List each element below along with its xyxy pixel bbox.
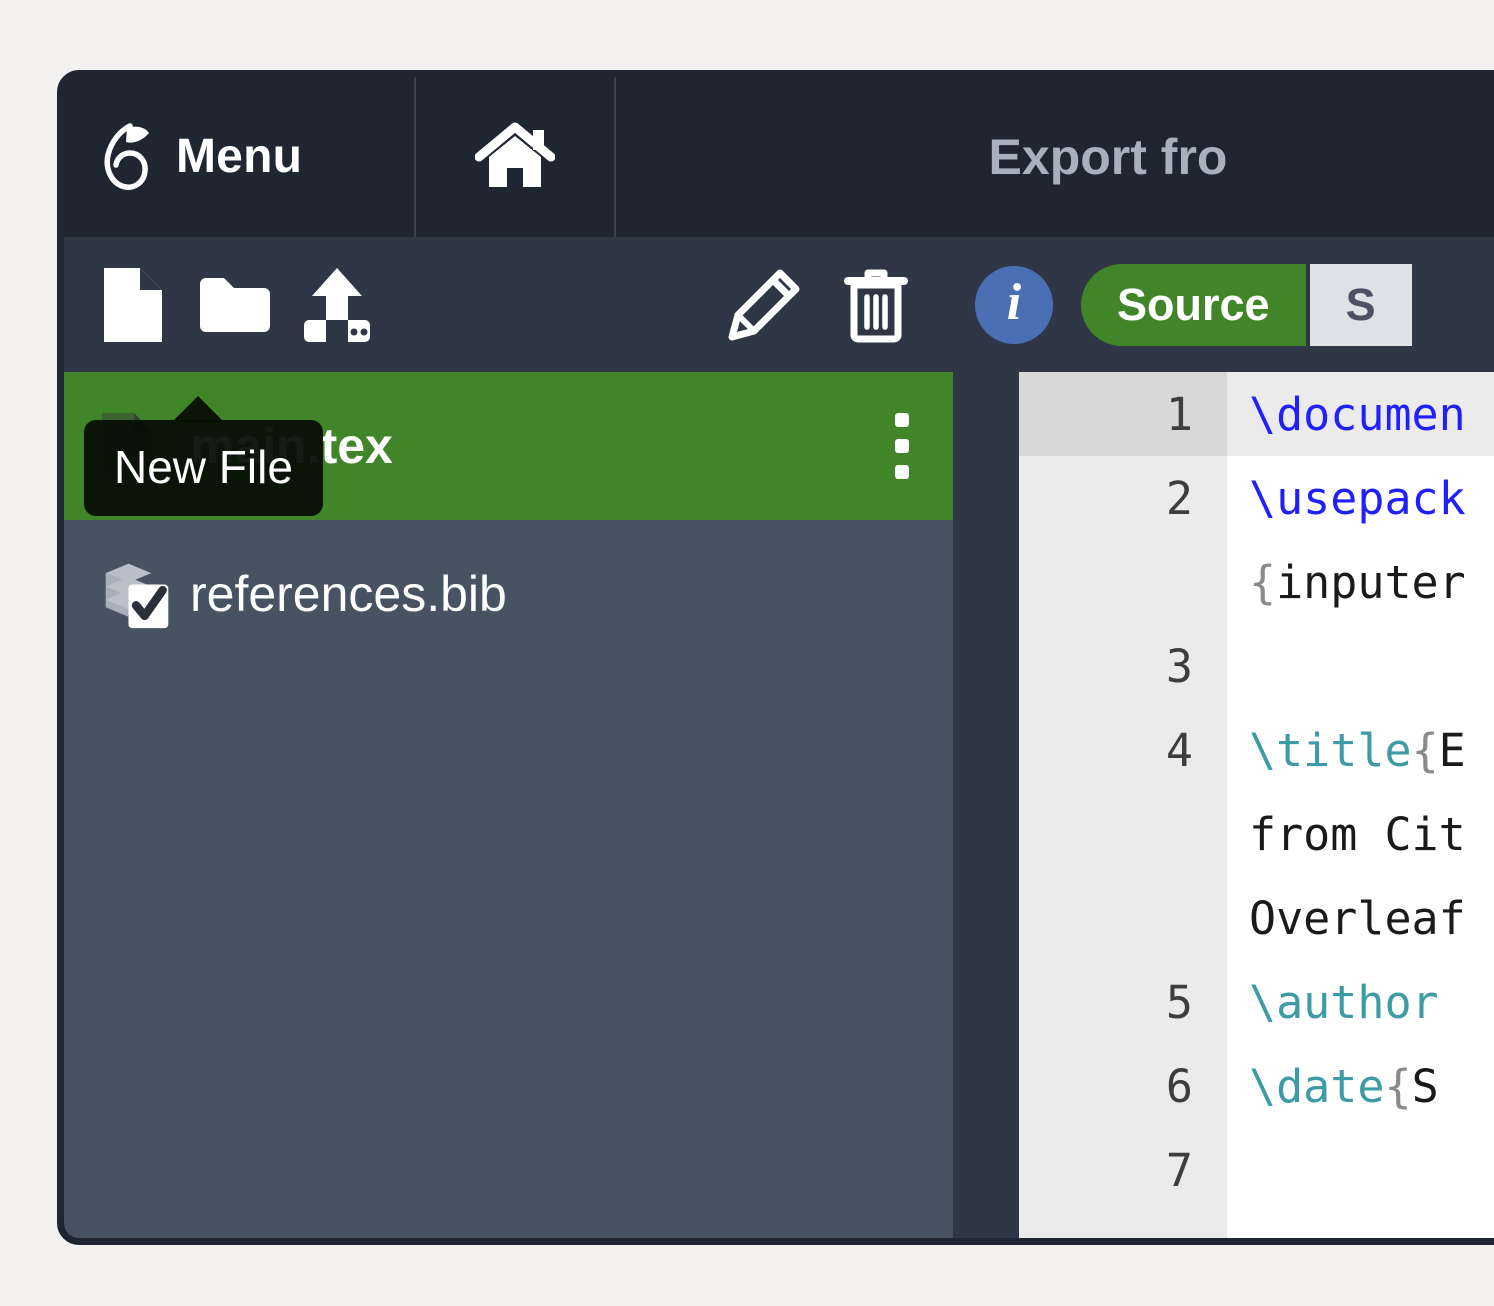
- code-token: {: [1384, 1060, 1411, 1113]
- overleaf-editor-window: Menu Export fro: [57, 70, 1494, 1245]
- code-line[interactable]: Overleaf: [1227, 876, 1494, 960]
- line-number: 3: [1019, 624, 1227, 708]
- new-folder-button[interactable]: [198, 263, 272, 347]
- code-token: f: [1439, 892, 1466, 945]
- tab-source[interactable]: Source: [1081, 264, 1306, 346]
- code-editor[interactable]: 1234567 \documen\usepack{inputer\title{E…: [1019, 372, 1494, 1238]
- delete-button[interactable]: [839, 263, 913, 347]
- new-folder-icon: [198, 274, 272, 336]
- code-token: inputer: [1276, 556, 1466, 609]
- tex-file-icon: [100, 411, 174, 481]
- home-button[interactable]: [416, 77, 616, 237]
- code-line[interactable]: \documen: [1227, 372, 1494, 456]
- code-token: \author: [1249, 976, 1439, 1029]
- line-number: [1019, 540, 1227, 624]
- line-number: 2: [1019, 456, 1227, 540]
- kebab-menu-icon[interactable]: [895, 413, 909, 479]
- page-title: Export fro: [616, 77, 1494, 237]
- bib-file-icon: [100, 556, 174, 632]
- line-number-gutter: 12 34 567: [1019, 372, 1227, 1238]
- top-header-bar: Menu Export fro: [64, 77, 1494, 237]
- view-mode-tabs: Source S: [1081, 264, 1412, 346]
- file-tree-toolbar: [64, 237, 953, 372]
- code-token: \usepac: [1249, 472, 1439, 525]
- line-number: 5: [1019, 960, 1227, 1044]
- code-line[interactable]: \title{E: [1227, 708, 1494, 792]
- code-token: E: [1439, 724, 1466, 777]
- code-token: k: [1439, 472, 1466, 525]
- editor-topbar: i Source S: [953, 237, 1494, 372]
- menu-button[interactable]: Menu: [64, 77, 416, 237]
- line-number: 4: [1019, 708, 1227, 792]
- code-token: \title: [1249, 724, 1412, 777]
- line-number: [1019, 792, 1227, 876]
- code-token: S: [1412, 1060, 1439, 1113]
- code-token: Overlea: [1249, 892, 1439, 945]
- code-line[interactable]: from Cit: [1227, 792, 1494, 876]
- code-token: {: [1249, 556, 1276, 609]
- line-number: 7: [1019, 1128, 1227, 1212]
- line-number: [1019, 876, 1227, 960]
- upload-icon: [302, 266, 372, 344]
- code-line[interactable]: \date{S: [1227, 1044, 1494, 1128]
- code-content-area[interactable]: \documen\usepack{inputer\title{Efrom Cit…: [1227, 372, 1494, 1238]
- code-token: \documen: [1249, 388, 1466, 441]
- new-file-icon: [102, 266, 164, 344]
- code-line[interactable]: [1227, 1128, 1494, 1212]
- line-number: 6: [1019, 1044, 1227, 1128]
- overleaf-logo-icon: [98, 122, 154, 192]
- rename-button[interactable]: [727, 263, 801, 347]
- kebab-dot: [895, 413, 909, 427]
- upload-button[interactable]: [300, 263, 374, 347]
- code-line[interactable]: \usepack: [1227, 456, 1494, 540]
- kebab-dot: [895, 439, 909, 453]
- file-name-label: references.bib: [190, 565, 507, 623]
- new-file-button[interactable]: [96, 263, 170, 347]
- code-token: t: [1439, 808, 1466, 861]
- file-tree-item-references-bib[interactable]: references.bib: [64, 520, 953, 668]
- file-name-label: main.tex: [190, 417, 393, 475]
- line-number: 1: [1019, 372, 1227, 456]
- info-icon-glyph: i: [1007, 277, 1021, 333]
- info-icon[interactable]: i: [975, 266, 1053, 344]
- tab-split[interactable]: S: [1310, 264, 1412, 346]
- code-line[interactable]: \author: [1227, 960, 1494, 1044]
- file-tree-panel: main.tex refer: [64, 372, 953, 1238]
- trash-icon: [844, 267, 908, 343]
- code-token: \date: [1249, 1060, 1384, 1113]
- kebab-dot: [895, 465, 909, 479]
- home-icon: [475, 121, 555, 193]
- code-token: {: [1412, 724, 1439, 777]
- code-line[interactable]: [1227, 624, 1494, 708]
- panel-divider[interactable]: [953, 372, 1019, 1238]
- pencil-icon: [728, 269, 800, 341]
- menu-label: Menu: [176, 133, 302, 181]
- code-token: from Ci: [1249, 808, 1439, 861]
- code-line[interactable]: {inputer: [1227, 540, 1494, 624]
- file-tree-item-main-tex[interactable]: main.tex: [64, 372, 953, 520]
